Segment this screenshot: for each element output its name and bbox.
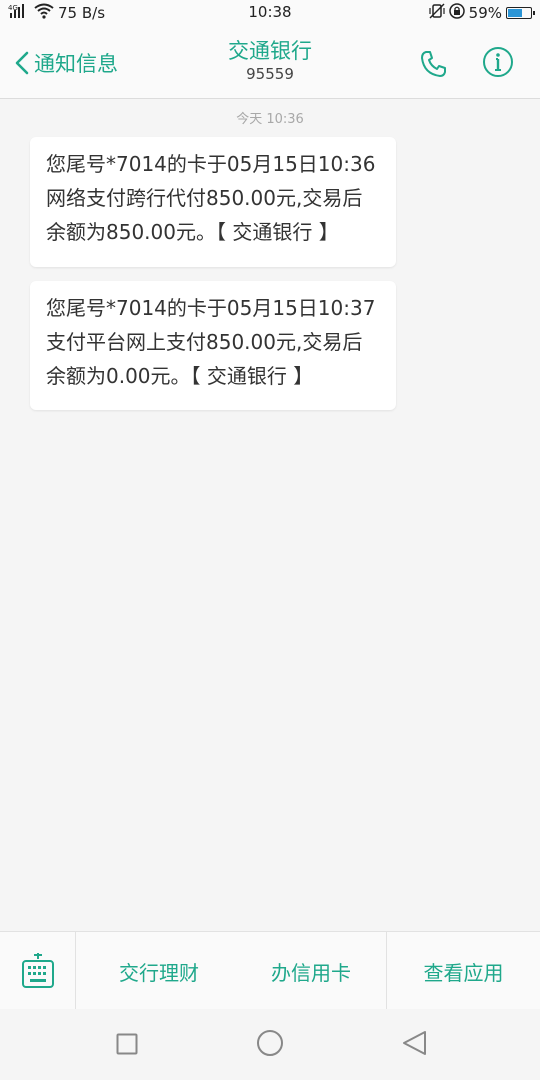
message-timestamp: 今天 10:36 xyxy=(236,112,304,127)
circle-icon xyxy=(257,1030,283,1056)
system-navigation-bar xyxy=(0,1009,540,1080)
info-icon xyxy=(483,47,513,77)
message-bubble[interactable]: 您尾号*7014的卡于05月15日10:36网络支付跨行代付850.00元,交易… xyxy=(30,137,396,267)
sms-conversation-screen: 4G 75 B/s 10:38 59% 通知信息 交通银行 95559 今天 1… xyxy=(0,0,540,1080)
toolbar-item-wealth-management[interactable]: 交行理财 xyxy=(82,932,236,1010)
status-bar: 4G 75 B/s 10:38 59% xyxy=(0,0,540,28)
home-button[interactable] xyxy=(256,1029,284,1061)
contact-info: 交通银行 95559 xyxy=(150,38,390,84)
keyboard-button[interactable] xyxy=(0,932,76,1010)
call-button[interactable] xyxy=(418,48,450,80)
toolbar-item-credit-card[interactable]: 办信用卡 xyxy=(236,932,386,1010)
back-button[interactable]: 通知信息 xyxy=(14,48,118,78)
toolbar-item-view-apps[interactable]: 查看应用 xyxy=(386,932,540,1010)
back-label: 通知信息 xyxy=(34,52,118,76)
system-back-button[interactable] xyxy=(402,1030,428,1060)
status-right: 59% xyxy=(425,3,535,23)
phone-icon xyxy=(421,51,446,77)
triangle-back-icon xyxy=(403,1031,426,1055)
chevron-left-icon xyxy=(15,51,29,75)
battery-percent: 59% xyxy=(468,4,502,22)
conversation-header: 通知信息 交通银行 95559 xyxy=(0,28,540,99)
info-button[interactable] xyxy=(482,46,514,78)
keyboard-icon xyxy=(21,953,54,988)
recent-apps-button[interactable] xyxy=(116,1033,138,1059)
contact-number: 95559 xyxy=(246,65,294,83)
rotation-lock-icon xyxy=(448,3,465,23)
bottom-toolbar: 交行理财 办信用卡 查看应用 xyxy=(0,931,540,1010)
contact-name: 交通银行 xyxy=(228,39,312,63)
square-icon xyxy=(116,1033,138,1055)
message-bubble[interactable]: 您尾号*7014的卡于05月15日10:37支付平台网上支付850.00元,交易… xyxy=(30,281,396,410)
battery-icon xyxy=(506,7,535,19)
vibrate-icon xyxy=(429,3,445,23)
battery-level-fill xyxy=(508,9,523,17)
